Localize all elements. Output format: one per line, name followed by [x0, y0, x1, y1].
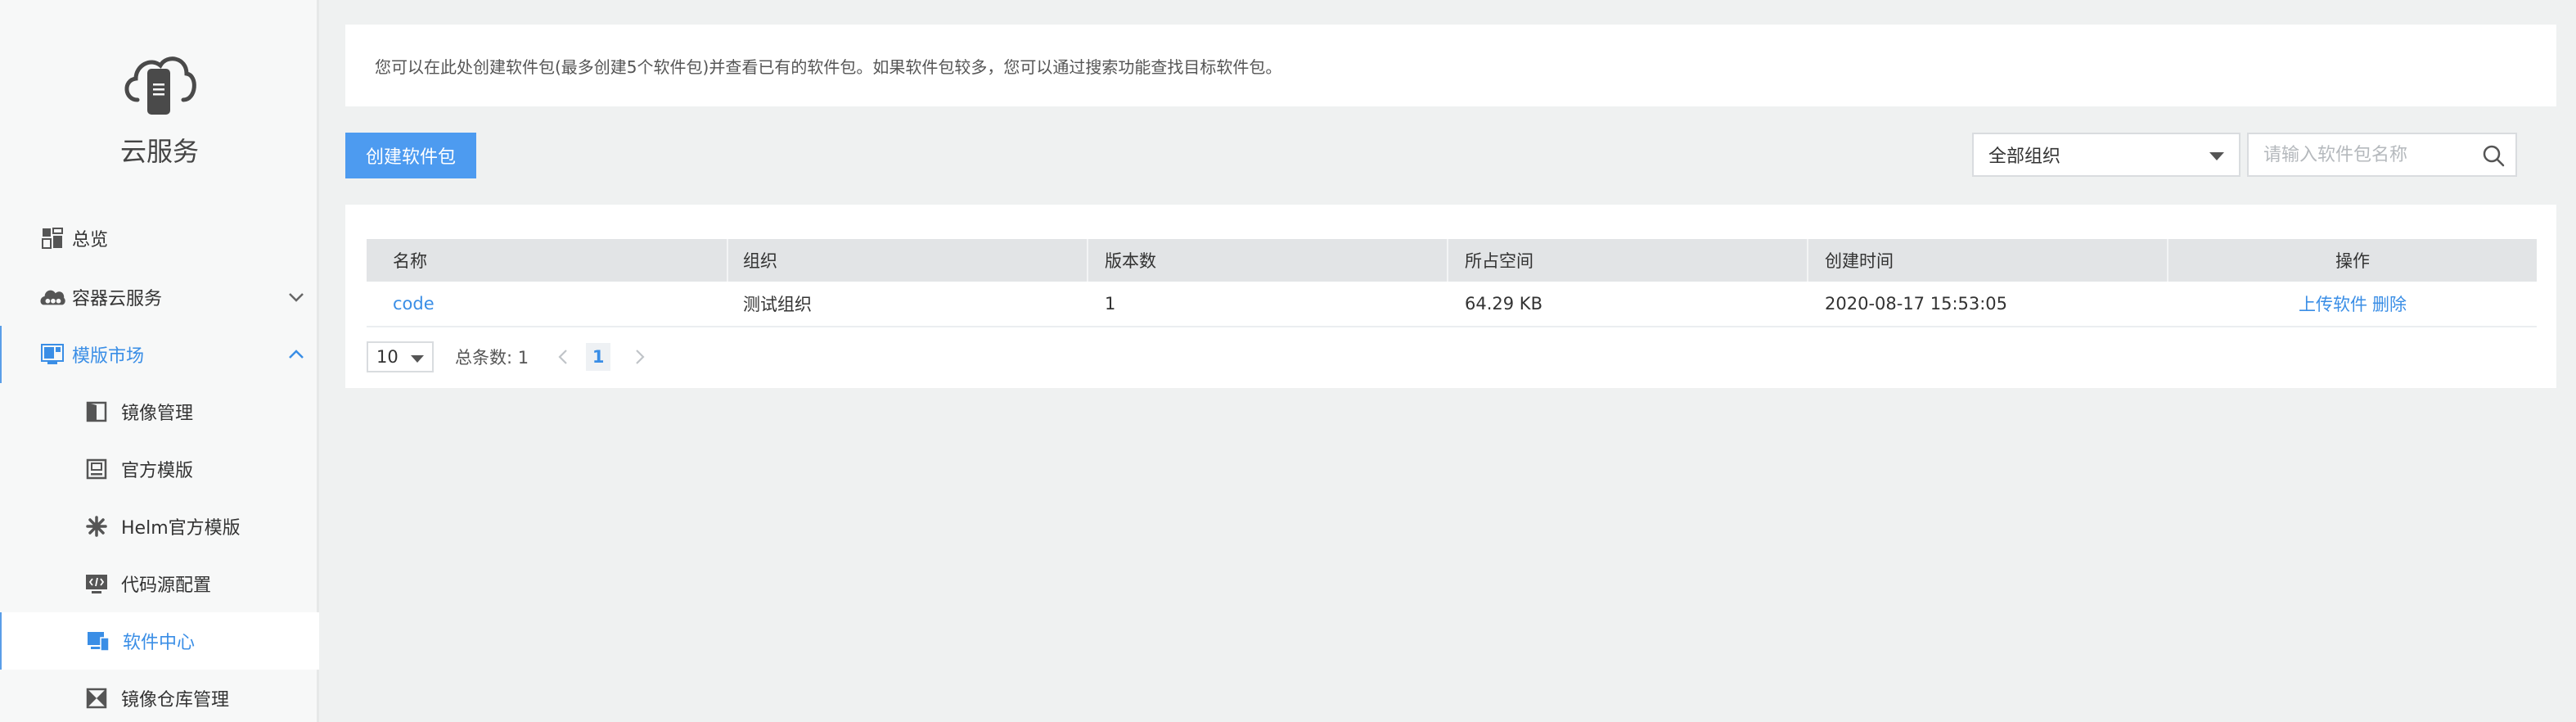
chevron-up-icon — [288, 326, 304, 383]
registry-icon — [83, 685, 110, 711]
cell-space: 64.29 KB — [1465, 294, 1542, 314]
column-header-actions: 操作 — [2335, 251, 2370, 271]
cell-created: 2020-08-17 15:53:05 — [1825, 294, 2008, 314]
next-page-button[interactable] — [630, 342, 650, 372]
organization-select-value: 全部组织 — [1988, 147, 2061, 167]
page-size-value: 10 — [376, 347, 399, 367]
sidebar-item-helm-templates[interactable]: Helm官方模版 — [0, 498, 319, 555]
chevron-right-icon — [636, 350, 645, 364]
sidebar-item-label: Helm官方模版 — [121, 518, 241, 539]
sidebar-item-label: 官方模版 — [121, 461, 194, 481]
chevron-down-icon — [288, 268, 304, 326]
delete-link[interactable]: 删除 — [2372, 291, 2407, 316]
column-header-space: 所占空间 — [1448, 239, 1808, 282]
sidebar-item-label: 代码源配置 — [121, 575, 212, 596]
page-size-select[interactable]: 10 — [367, 341, 434, 372]
sidebar-item-container-cloud[interactable]: 容器云服务 — [0, 268, 319, 326]
upload-software-link[interactable]: 上传软件 — [2299, 291, 2367, 316]
brand: 云服务 — [0, 0, 319, 188]
cloud-server-logo-icon — [124, 56, 196, 115]
notice-text: 您可以在此处创建软件包(最多创建5个软件包)并查看已有的软件包。如果软件包较多，… — [375, 56, 1282, 77]
package-name-link[interactable]: code — [393, 294, 435, 314]
software-center-icon — [85, 628, 111, 654]
create-package-button[interactable]: 创建软件包 — [345, 133, 476, 178]
sidebar-item-label: 镜像仓库管理 — [121, 690, 230, 711]
caret-down-icon — [411, 355, 424, 363]
sidebar-item-overview[interactable]: 总览 — [0, 210, 319, 267]
chevron-left-icon — [558, 350, 567, 364]
image-icon — [83, 399, 110, 425]
search-input[interactable] — [2249, 134, 2470, 175]
table-row: code 测试组织 1 64.29 KB 2020-08-17 15:53:05… — [367, 282, 2537, 327]
brand-title: 云服务 — [119, 136, 199, 167]
cell-versions: 1 — [1105, 294, 1116, 314]
search-icon[interactable] — [2481, 143, 2506, 168]
caret-down-icon — [2209, 152, 2224, 160]
cloud-cluster-icon — [39, 284, 65, 310]
sidebar-item-official-templates[interactable]: 官方模版 — [0, 440, 319, 498]
column-header-versions: 版本数 — [1088, 239, 1448, 282]
sidebar-item-image-management[interactable]: 镜像管理 — [0, 383, 319, 440]
package-table-panel: 名称 组织 版本数 所占空间 创建时间 操作 code 测试组织 1 64.29… — [345, 205, 2556, 388]
info-notice: 您可以在此处创建软件包(最多创建5个软件包)并查看已有的软件包。如果软件包较多，… — [345, 25, 2556, 106]
sidebar-item-label: 软件中心 — [123, 633, 196, 653]
table-header: 名称 组织 版本数 所占空间 创建时间 操作 — [367, 239, 2537, 282]
search-box — [2247, 133, 2517, 177]
helm-icon — [83, 513, 110, 539]
sidebar-item-label: 模版市场 — [72, 346, 145, 367]
dashboard-icon — [39, 225, 65, 251]
sidebar-item-label: 容器云服务 — [72, 289, 163, 309]
page-number-current[interactable]: 1 — [586, 343, 611, 371]
total-count: 总条数: 1 — [455, 348, 529, 368]
sidebar-item-software-center[interactable]: 软件中心 — [2, 612, 319, 670]
code-source-icon — [83, 571, 110, 597]
cell-org: 测试组织 — [743, 295, 812, 314]
pagination: 10 总条数: 1 1 — [367, 341, 650, 373]
sidebar-item-label: 镜像管理 — [121, 404, 194, 424]
sidebar-item-template-market[interactable]: 模版市场 — [0, 326, 319, 383]
template-market-icon — [39, 341, 65, 368]
sidebar-item-code-source[interactable]: 代码源配置 — [0, 555, 319, 612]
column-header-org: 组织 — [728, 239, 1088, 282]
prev-page-button[interactable] — [553, 342, 573, 372]
column-header-name: 名称 — [367, 239, 728, 282]
organization-select[interactable]: 全部组织 — [1972, 133, 2240, 177]
column-header-created: 创建时间 — [1808, 239, 2168, 282]
sidebar-item-registry-management[interactable]: 镜像仓库管理 — [0, 670, 319, 722]
sidebar-item-label: 总览 — [72, 230, 109, 250]
sidebar: 云服务 总览 容器云服务 模版市场 镜像管理 官方模版 Helm官方模版 代码源… — [0, 0, 319, 722]
official-template-icon — [83, 456, 110, 482]
